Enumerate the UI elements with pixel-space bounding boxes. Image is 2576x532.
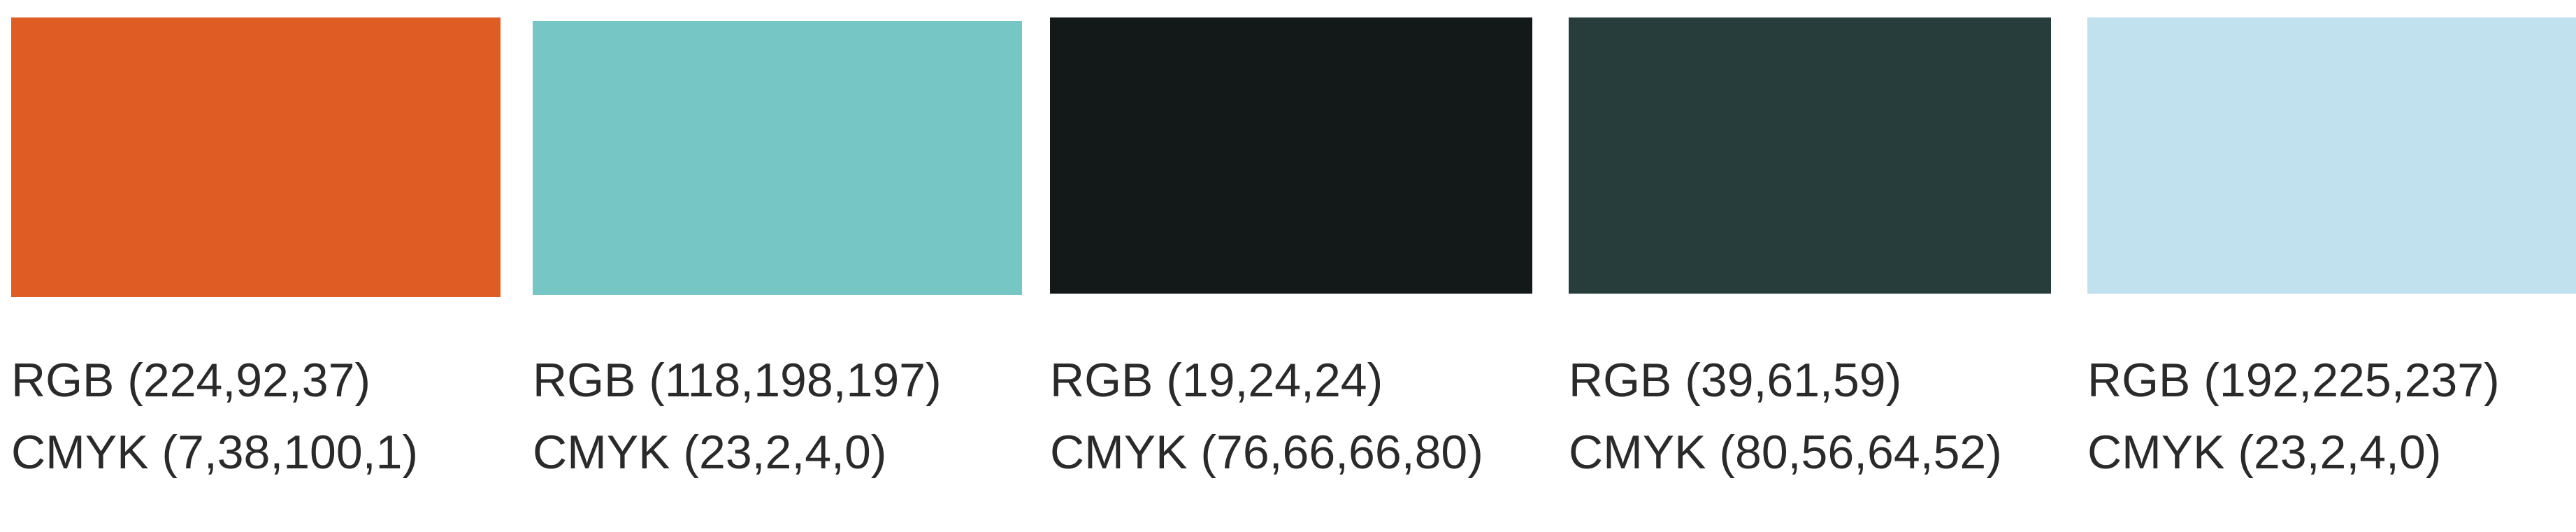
swatch-color-block (1569, 17, 2051, 294)
swatch-color-block (1050, 17, 1532, 294)
rgb-value: RGB (19,24,24) (1050, 354, 1383, 407)
cmyk-value: CMYK (23,2,4,0) (533, 426, 887, 479)
swatch-card-3: RGB (19,24,24) CMYK (76,66,66,80) (1050, 0, 1539, 532)
swatch-color-block (2087, 17, 2576, 294)
cmyk-value: CMYK (23,2,4,0) (2087, 426, 2442, 479)
rgb-value: RGB (224,92,37) (11, 354, 371, 407)
cmyk-value: CMYK (80,56,64,52) (1569, 426, 2002, 479)
swatch-color-block (533, 21, 1022, 295)
rgb-value: RGB (39,61,59) (1569, 354, 1902, 407)
swatch-card-4: RGB (39,61,59) CMYK (80,56,64,52) (1569, 0, 2058, 532)
cmyk-value: CMYK (76,66,66,80) (1050, 426, 1483, 479)
rgb-value: RGB (192,225,237) (2087, 354, 2500, 407)
swatch-card-1: RGB (224,92,37) CMYK (7,38,100,1) (11, 0, 501, 532)
cmyk-value: CMYK (7,38,100,1) (11, 426, 419, 479)
color-palette: RGB (224,92,37) CMYK (7,38,100,1) RGB (1… (0, 0, 2576, 532)
swatch-card-5: RGB (192,225,237) CMYK (23,2,4,0) (2087, 0, 2576, 532)
rgb-value: RGB (118,198,197) (533, 354, 942, 407)
swatch-color-block (11, 17, 501, 297)
swatch-card-2: RGB (118,198,197) CMYK (23,2,4,0) (533, 0, 1022, 532)
